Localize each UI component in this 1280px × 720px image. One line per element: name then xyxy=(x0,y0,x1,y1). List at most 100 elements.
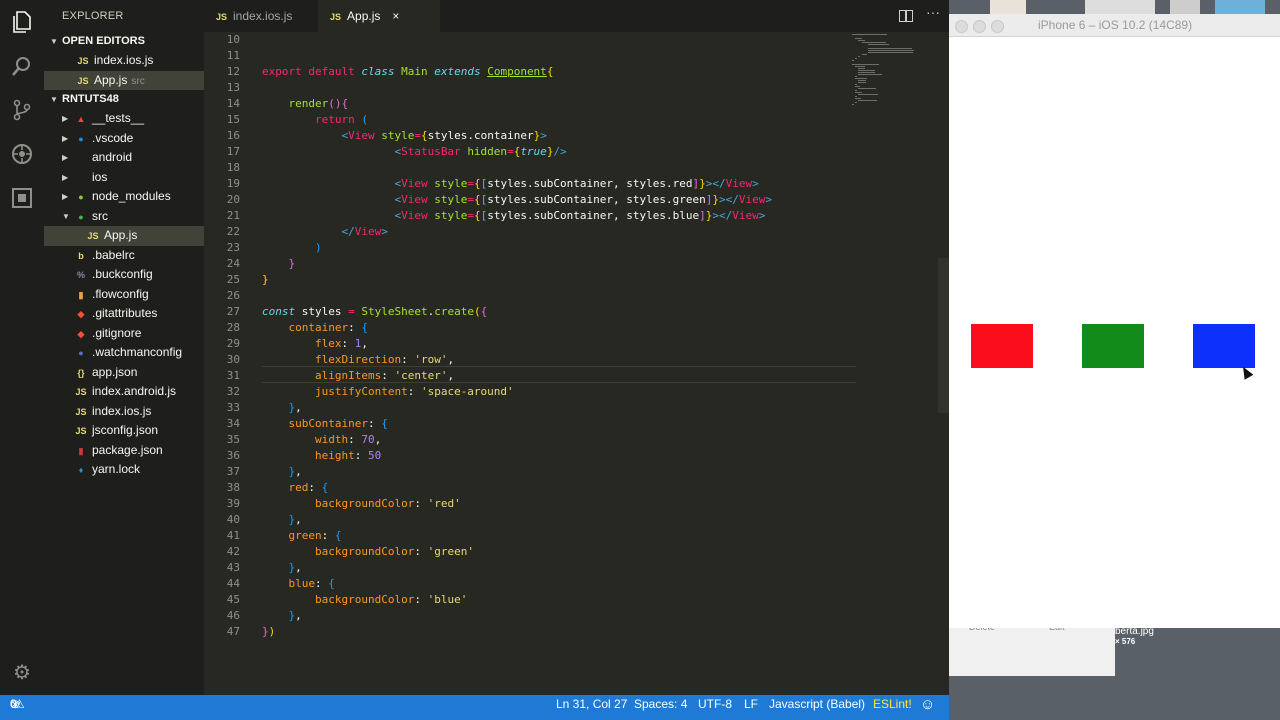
tree-file[interactable]: ● .watchmanconfig xyxy=(44,343,204,363)
code-line: backgroundColor: 'green' xyxy=(314,545,474,558)
files-icon[interactable] xyxy=(10,10,34,34)
close-window-button[interactable] xyxy=(955,20,968,33)
tree-item-label: ios xyxy=(92,169,108,184)
file-type-icon: ● xyxy=(78,211,84,222)
more-actions-icon[interactable]: ··· xyxy=(926,4,940,20)
line-ending[interactable]: LF xyxy=(744,695,758,714)
project-label: RNTUTS48 xyxy=(62,93,119,105)
tab-index-ios-js[interactable]: JS index.ios.js xyxy=(204,0,320,32)
zoom-window-button[interactable] xyxy=(991,20,1004,33)
open-editor-label: index.ios.js xyxy=(94,53,154,67)
code-line: export default class Main extends Compon… xyxy=(262,65,554,78)
gear-icon[interactable]: ⚙ xyxy=(10,660,34,684)
tree-file[interactable]: {} app.json xyxy=(44,363,204,383)
code-line: green: { xyxy=(288,529,342,542)
tree-folder[interactable]: ▼ ● src xyxy=(44,207,204,227)
tree-item-label: .vscode xyxy=(92,130,134,145)
open-editor-item[interactable]: JS index.ios.js xyxy=(44,51,204,71)
code-line: width: 70, xyxy=(314,433,382,446)
file-type-icon: {} xyxy=(77,367,85,378)
open-editors-label: OPEN EDITORS xyxy=(62,35,145,47)
code-line: }, xyxy=(288,401,302,414)
extensions-icon[interactable] xyxy=(10,186,34,210)
line-number: 12 xyxy=(226,65,240,78)
js-file-icon: JS xyxy=(77,56,89,66)
debug-icon[interactable] xyxy=(10,142,34,166)
tree-folder[interactable]: ▶ ● node_modules xyxy=(44,187,204,207)
finder-panel: Delete Edit xyxy=(949,620,1115,676)
code-line: <View style={[styles.subContainer, style… xyxy=(394,193,772,206)
line-number: 38 xyxy=(226,481,240,494)
line-number: 13 xyxy=(226,81,240,94)
code-line: height: 50 xyxy=(314,449,382,462)
tree-file[interactable]: JS App.js xyxy=(44,226,204,246)
line-number: 25 xyxy=(226,273,240,286)
desktop-file-label[interactable]: berta.jpg × 576 xyxy=(1115,626,1154,646)
tree-folder[interactable]: ▶ android xyxy=(44,148,204,168)
chevron-right-icon: ▶ xyxy=(62,153,69,162)
cursor-position[interactable]: Ln 31, Col 27 xyxy=(556,695,627,714)
status-bar: ⊗ 0 ⚠ 0 Ln 31, Col 27 Spaces: 4 UTF-8 LF… xyxy=(0,695,949,720)
tree-file[interactable]: % .buckconfig xyxy=(44,265,204,285)
project-header[interactable]: ▼ RNTUTS48 xyxy=(44,90,204,109)
tree-folder[interactable]: ▶ ios xyxy=(44,168,204,188)
chevron-down-icon: ▼ xyxy=(62,211,70,221)
close-icon[interactable]: × xyxy=(392,9,399,23)
tree-file[interactable]: b .babelrc xyxy=(44,246,204,266)
code-line: <View style={[styles.subContainer, style… xyxy=(394,209,766,222)
tab-app-js[interactable]: JS App.js × xyxy=(318,0,440,32)
encoding[interactable]: UTF-8 xyxy=(698,695,732,714)
tree-item-label: .flowconfig xyxy=(92,286,149,301)
warning-count: 0 xyxy=(10,697,17,711)
tree-file[interactable]: ◆ .gitignore xyxy=(44,324,204,344)
editor-scrollbar[interactable] xyxy=(938,258,949,413)
code-line: <View style={[styles.subContainer, style… xyxy=(394,177,759,190)
tree-file[interactable]: JS index.android.js xyxy=(44,382,204,402)
code-line: red: { xyxy=(288,481,329,494)
tree-item-label: app.json xyxy=(92,364,138,379)
search-icon[interactable] xyxy=(10,54,34,78)
code-line: }, xyxy=(288,513,302,526)
line-number: 26 xyxy=(226,289,240,302)
open-editors-header[interactable]: ▼ OPEN EDITORS xyxy=(44,32,204,51)
line-number: 43 xyxy=(226,561,240,574)
line-number: 28 xyxy=(226,321,240,334)
code-line: flexDirection: 'row', xyxy=(314,353,455,366)
tree-file[interactable]: JS index.ios.js xyxy=(44,402,204,422)
tree-file[interactable]: ▮ .flowconfig xyxy=(44,285,204,305)
vscode-window: ⚙ EXPLORER ▼ OPEN EDITORS JS index.ios.js J… xyxy=(0,0,949,720)
tree-file[interactable]: ♦ yarn.lock xyxy=(44,460,204,480)
code-line: <StatusBar hidden={true}/> xyxy=(394,145,567,158)
language-mode[interactable]: Javascript (Babel) xyxy=(769,695,865,714)
line-number: 27 xyxy=(226,305,240,318)
file-type-icon: ● xyxy=(78,192,84,202)
code-editor[interactable]: 10 11 12 export default class Main extends … xyxy=(204,32,949,695)
minimize-window-button[interactable] xyxy=(973,20,986,33)
minimap[interactable] xyxy=(852,30,932,120)
split-editor-icon[interactable] xyxy=(899,10,913,22)
indentation[interactable]: Spaces: 4 xyxy=(634,695,687,714)
chevron-right-icon: ▶ xyxy=(62,114,69,123)
tree-folder[interactable]: ▶ ● .vscode xyxy=(44,129,204,149)
eslint-status[interactable]: ESLint! xyxy=(873,695,912,714)
tree-item-label: yarn.lock xyxy=(92,462,141,476)
file-type-icon: JS xyxy=(75,387,87,397)
green-box xyxy=(1082,324,1144,368)
code-line: const styles = StyleSheet.create({ xyxy=(262,305,488,318)
tree-file[interactable]: ◆ .gitattributes xyxy=(44,304,204,324)
chevron-down-icon: ▼ xyxy=(50,95,58,104)
code-line: render(){ xyxy=(288,97,349,110)
tree-file[interactable]: ▮ package.json xyxy=(44,441,204,461)
simulator-titlebar: iPhone 6 – iOS 10.2 (14C89) xyxy=(949,14,1280,37)
source-control-icon[interactable] xyxy=(10,98,34,122)
tree-file[interactable]: JS jsconfig.json xyxy=(44,421,204,441)
tree-item-label: .gitignore xyxy=(92,325,142,340)
simulator-title: iPhone 6 – iOS 10.2 (14C89) xyxy=(1038,18,1193,32)
chevron-right-icon: ▶ xyxy=(62,172,69,182)
open-editor-item[interactable]: JS App.js src xyxy=(44,70,204,90)
line-number: 23 xyxy=(226,241,240,254)
tree-folder[interactable]: ▶ ▲ __tests__ xyxy=(44,109,204,129)
code-line: }) xyxy=(262,625,276,638)
code-line: backgroundColor: 'red' xyxy=(314,497,461,510)
feedback-smiley-icon[interactable]: ☺ xyxy=(920,695,935,714)
